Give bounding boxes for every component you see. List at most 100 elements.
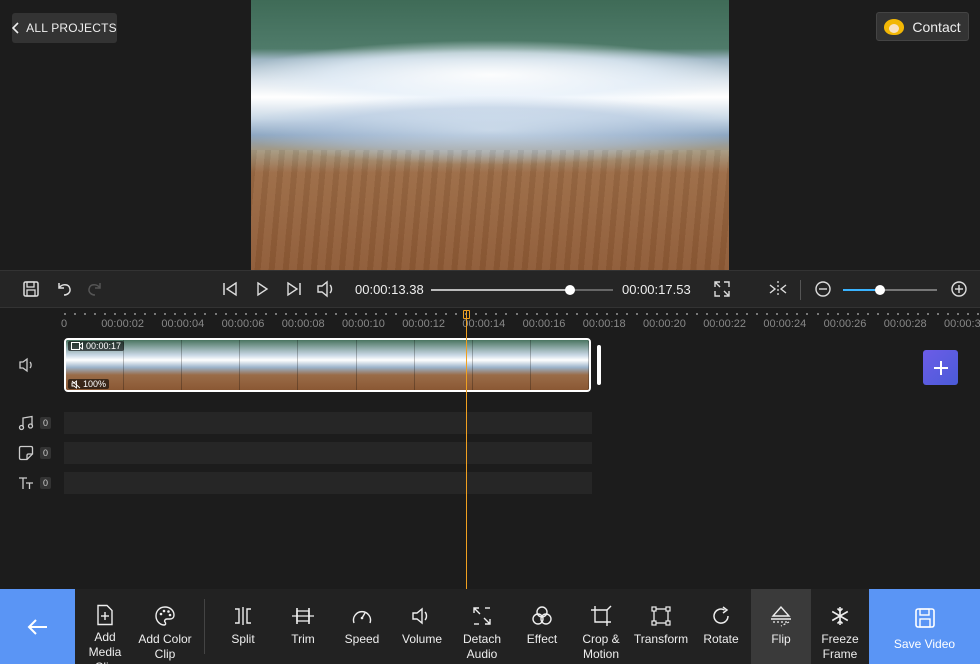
preview-area: ALL PROJECTS Contact (0, 0, 980, 270)
volume-button[interactable]: Volume (392, 589, 452, 664)
video-clip[interactable]: 00:00:17 100% (64, 338, 591, 392)
skip-end-icon[interactable] (284, 279, 304, 299)
ruler-tick (666, 313, 668, 315)
ruler-tick (254, 313, 257, 315)
clip-thumbnail (124, 340, 183, 390)
time-ruler[interactable]: 0 00:00:02 00:00:04 00:00:06 00:00:08 00:00:1… (0, 308, 980, 336)
effect-button[interactable]: Effect (512, 589, 572, 664)
ruler-tick (946, 313, 949, 315)
redo-icon[interactable] (85, 279, 105, 299)
speaker-icon (18, 357, 36, 373)
sand-texture (251, 150, 729, 270)
text-track-header[interactable]: 0 (18, 474, 52, 492)
ruler-tick (716, 313, 719, 315)
clip-end-handle[interactable] (597, 345, 601, 385)
music-track-header[interactable]: 0 (18, 414, 52, 432)
ruler-tick (555, 313, 558, 315)
progress-knob[interactable] (564, 285, 575, 295)
save-icon[interactable] (21, 279, 41, 299)
ruler-tick (806, 313, 809, 315)
ruler-tick-label: 00:00:28 (883, 318, 927, 330)
chevron-left-icon (12, 22, 20, 34)
rotate-label: Rotate (703, 632, 739, 646)
timeline[interactable]: 0 00:00:02 00:00:04 00:00:06 00:00:08 00:00:1… (0, 308, 980, 589)
ruler-tick (916, 313, 919, 315)
all-projects-label: ALL PROJECTS (26, 21, 117, 35)
ruler-tick (435, 313, 438, 315)
clip-thumbnail (356, 340, 415, 390)
volume-icon[interactable] (316, 279, 336, 299)
split-button[interactable]: Split (213, 589, 273, 664)
ruler-tick (525, 313, 528, 315)
split-icon (231, 604, 255, 628)
ruler-tick (234, 313, 237, 315)
back-button[interactable] (0, 589, 75, 664)
sticker-track-header[interactable]: 0 (18, 444, 52, 462)
fit-timeline-icon[interactable] (768, 279, 788, 299)
detach-audio-icon (470, 604, 494, 628)
playhead-handle[interactable] (463, 310, 470, 319)
ruler-tick-label: 00:00:24 (763, 318, 807, 330)
transform-button[interactable]: Transform (631, 589, 691, 664)
ruler-tick (114, 313, 117, 315)
sticker-count: 0 (40, 447, 52, 459)
add-file-icon (93, 604, 117, 626)
effect-icon (530, 604, 554, 628)
save-video-button[interactable]: Save Video (869, 589, 980, 664)
playhead-line[interactable] (466, 310, 467, 589)
undo-icon[interactable] (54, 279, 74, 299)
ruler-tick (354, 313, 357, 315)
transform-label: Transform (633, 632, 689, 646)
text-track[interactable] (64, 472, 592, 494)
ruler-tick (696, 313, 699, 315)
clip-volume: 100% (83, 379, 107, 389)
clip-thumbnail (240, 340, 299, 390)
video-preview[interactable] (251, 0, 729, 270)
music-track[interactable] (64, 412, 592, 434)
all-projects-button[interactable]: ALL PROJECTS (12, 13, 117, 43)
ruler-tick (595, 313, 598, 315)
skip-start-icon[interactable] (220, 279, 240, 299)
zoom-knob[interactable] (874, 285, 885, 295)
ruler-tick (866, 313, 869, 315)
freeze-frame-button[interactable]: Freeze Frame (811, 589, 869, 664)
ruler-tick-label: 00:00:06 (221, 318, 265, 330)
ruler-tick (676, 313, 679, 315)
zoom-in-icon[interactable] (949, 279, 969, 299)
ruler-tick (375, 313, 378, 315)
rotate-button[interactable]: Rotate (691, 589, 751, 664)
trim-button[interactable]: Trim (273, 589, 333, 664)
add-clip-button[interactable] (923, 350, 958, 385)
ruler-tick (836, 313, 839, 315)
add-media-clip-button[interactable]: Add Media Clip (75, 589, 135, 664)
flip-button[interactable]: Flip (751, 589, 811, 664)
clip-volume-badge: 100% (68, 379, 110, 389)
ruler-tick (204, 313, 207, 315)
playback-progress-slider[interactable] (431, 285, 613, 295)
ruler-tick (615, 313, 618, 315)
contact-label: Contact (912, 18, 961, 35)
detach-audio-button[interactable]: Detach Audio (452, 589, 512, 664)
ruler-tick (515, 313, 518, 315)
speed-button[interactable]: Speed (332, 589, 392, 664)
crop-motion-button[interactable]: Crop & Motion (571, 589, 631, 664)
zoom-slider[interactable] (843, 285, 937, 295)
play-icon[interactable] (252, 279, 272, 299)
fullscreen-icon[interactable] (712, 279, 732, 299)
ruler-tick (726, 313, 729, 315)
sticker-track[interactable] (64, 442, 592, 464)
ruler-tick (84, 313, 87, 315)
text-count: 0 (40, 477, 52, 489)
add-color-clip-button[interactable]: Add Color Clip (135, 589, 195, 664)
ruler-tick (194, 313, 197, 315)
transform-icon (649, 604, 673, 628)
video-track-audio-toggle[interactable] (18, 356, 48, 374)
contact-button[interactable]: Contact (876, 12, 969, 41)
ruler-tick (184, 313, 187, 315)
zoom-out-icon[interactable] (813, 279, 833, 299)
ruler-tick (304, 313, 307, 315)
ruler-tick (124, 313, 127, 315)
trim-label: Trim (291, 632, 315, 646)
ruler-tick (746, 313, 749, 315)
palette-icon (153, 604, 177, 628)
